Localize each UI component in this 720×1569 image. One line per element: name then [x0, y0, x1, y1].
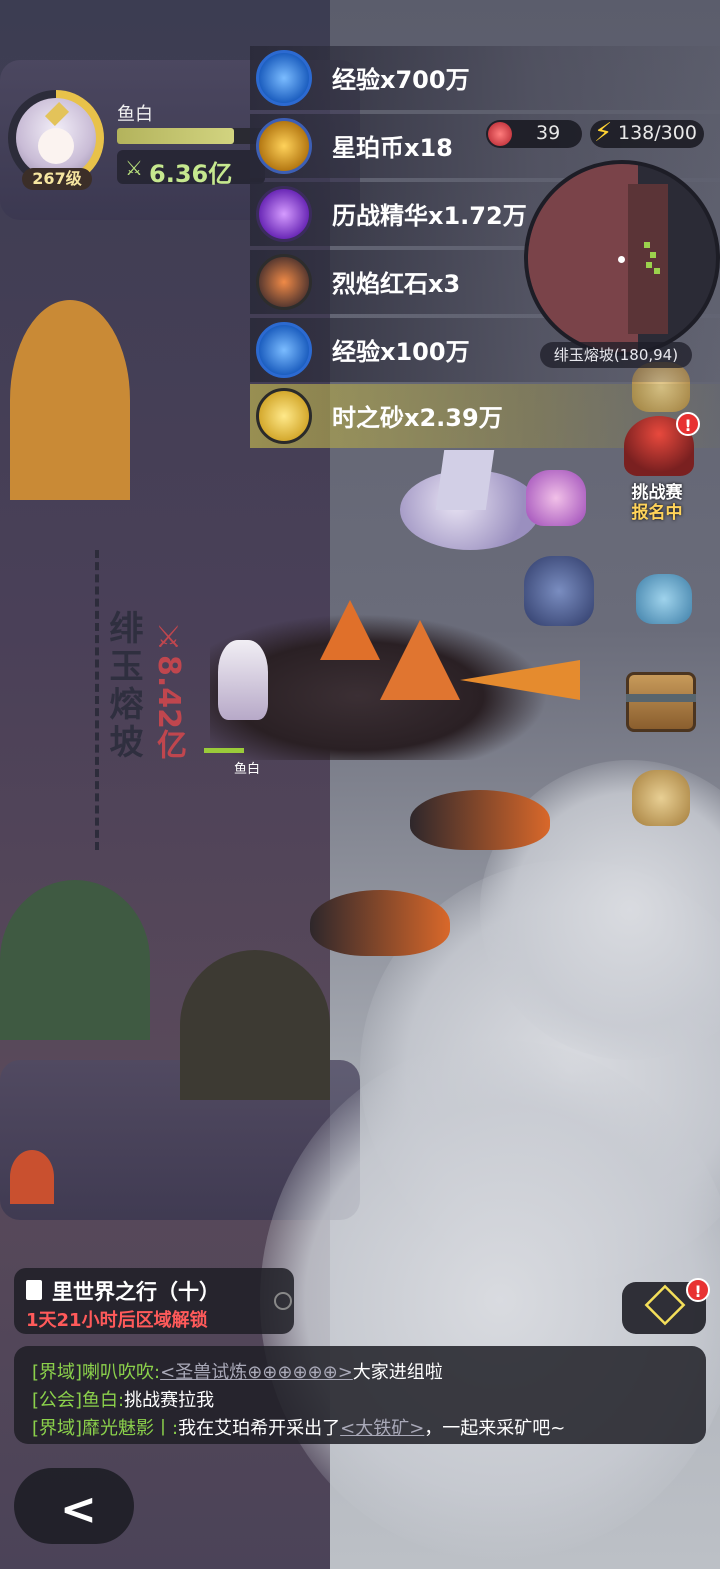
time-sand-icon	[256, 388, 312, 444]
chat-user: 喇叭吹吹:	[82, 1362, 161, 1383]
quest-unlock-timer: 1天21小时后区域解锁	[26, 1310, 208, 1331]
chat-panel[interactable]: [界域]喇叭吹吹:<圣兽试炼⊕⊕⊕⊕⊕⊕>大家进组啦 [公会]鱼白:挑战赛拉我 …	[14, 1346, 706, 1444]
player-power: ⚔ 6.36亿	[117, 150, 265, 188]
minimap-enemy-marker	[646, 262, 652, 268]
quest-title: 里世界之行（十）	[52, 1280, 220, 1304]
player-hp-bar	[204, 748, 244, 753]
exp-bar-fill	[117, 128, 234, 144]
chat-channel: [公会]	[32, 1390, 83, 1411]
palm-plant	[10, 300, 130, 500]
reward-label: 星珀币x18	[332, 134, 453, 162]
chat-user: 靡光魅影丨:	[82, 1418, 179, 1439]
chat-link[interactable]: <大铁矿>	[340, 1418, 424, 1439]
swords-icon: ⚔	[125, 156, 143, 180]
sand-pile-pickup[interactable]	[632, 770, 690, 826]
loot-bag-pickup[interactable]	[636, 574, 692, 624]
zone-name: 绯玉熔坡	[103, 610, 143, 762]
chat-text: 我在艾珀希开采出了	[178, 1418, 341, 1439]
zone-power: ⚔8.42亿	[151, 620, 186, 760]
minimap-enemy-marker	[650, 252, 656, 258]
mushroom	[10, 1150, 54, 1204]
player-name: 鱼白	[117, 104, 153, 125]
challenge-status: 报名中	[631, 503, 683, 523]
player-level: 267级	[22, 168, 92, 190]
palm-plant	[0, 880, 150, 1040]
lava-crab-enemy[interactable]	[310, 890, 450, 956]
energy-count: 138/300	[618, 122, 697, 144]
clipboard-icon	[26, 1280, 42, 1300]
player-power-value: 6.36亿	[149, 160, 233, 188]
crystal-barrel-pickup[interactable]	[524, 556, 594, 626]
chat-message: [界域]喇叭吹吹:<圣兽试炼⊕⊕⊕⊕⊕⊕>大家进组啦	[32, 1358, 443, 1384]
reward-label: 经验x700万	[332, 66, 470, 94]
crystal-rock	[435, 450, 495, 510]
chat-channel: [界域]	[32, 1418, 83, 1439]
battle-essence-icon	[256, 186, 312, 242]
minimap-location: 绯玉熔坡(180,94)	[540, 342, 692, 368]
minimap-enemy-marker	[644, 242, 650, 248]
chat-channel: [界域]	[32, 1362, 83, 1383]
minimap-enemy-marker	[654, 268, 660, 274]
reward-label: 历战精华x1.72万	[332, 202, 527, 230]
chat-text: ，一起来采矿吧~	[424, 1418, 566, 1439]
avatar-face	[38, 128, 74, 164]
chat-text: 挑战赛拉我	[124, 1390, 215, 1411]
reward-label: 时之砂x2.39万	[332, 404, 503, 432]
cube-icon	[644, 1284, 686, 1326]
cube-alert-badge: !	[686, 1278, 710, 1302]
locate-icon[interactable]	[274, 1292, 292, 1310]
lightning-icon: ⚡	[594, 118, 613, 148]
chest-band	[626, 694, 696, 702]
loot-bag-pickup[interactable]	[526, 470, 586, 526]
challenge-alert-badge: !	[676, 412, 700, 436]
player-character-name: 鱼白	[234, 762, 261, 777]
apple-counter[interactable]: 39	[486, 120, 582, 148]
minimap[interactable]	[524, 160, 720, 356]
star-coin-icon	[256, 118, 312, 174]
exp-orb-icon	[256, 322, 312, 378]
reward-label: 经验x100万	[332, 338, 470, 366]
palm-plant	[180, 950, 330, 1100]
exp-orb-icon	[256, 50, 312, 106]
chat-message: [公会]鱼白:挑战赛拉我	[32, 1386, 214, 1412]
back-arrow-icon: <	[60, 1484, 97, 1535]
reward-label: 烈焰红石x3	[332, 270, 461, 298]
chat-message: [界域]靡光魅影丨:我在艾珀希开采出了<大铁矿>，一起来采矿吧~	[32, 1414, 565, 1440]
chat-user: 鱼白:	[82, 1390, 125, 1411]
back-button[interactable]: <	[14, 1468, 134, 1544]
apple-icon	[488, 122, 512, 146]
treasure-chest[interactable]	[626, 672, 696, 732]
chat-text: 大家进组啦	[352, 1362, 443, 1383]
minimap-path	[628, 184, 668, 334]
minimap-player-marker	[618, 256, 625, 263]
chat-link[interactable]: <圣兽试炼⊕⊕⊕⊕⊕⊕>	[160, 1362, 353, 1383]
energy-counter[interactable]: ⚡ 138/300	[590, 118, 704, 148]
player-character[interactable]	[218, 640, 268, 720]
quest-tracker[interactable]: 里世界之行（十） 1天21小时后区域解锁	[14, 1268, 294, 1334]
lava-crab-enemy[interactable]	[410, 790, 550, 850]
flame-redstone-icon	[256, 254, 312, 310]
reward-item: 经验x700万	[250, 46, 720, 110]
apple-count: 39	[536, 122, 561, 144]
exp-bar	[117, 128, 267, 144]
